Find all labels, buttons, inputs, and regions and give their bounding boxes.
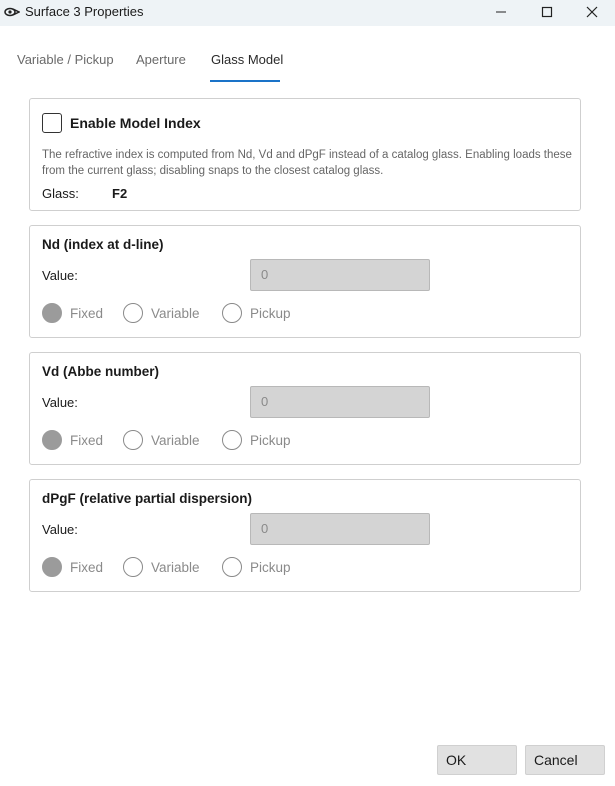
window-title: Surface 3 Properties — [25, 4, 144, 19]
nd-fixed-radio[interactable] — [42, 303, 62, 323]
nd-variable-label[interactable]: Variable — [151, 306, 200, 321]
nd-value-label: Value: — [42, 268, 78, 283]
dpgf-fixed-radio[interactable] — [42, 557, 62, 577]
tab-variable-pickup[interactable]: Variable / Pickup — [17, 52, 114, 67]
tab-bar: Variable / Pickup Aperture Glass Model — [0, 26, 615, 82]
dpgf-pickup-radio[interactable] — [222, 557, 242, 577]
minimize-button[interactable] — [478, 0, 524, 24]
close-icon — [586, 6, 598, 18]
nd-group: Nd (index at d-line) Value: 0 Fixed Vari… — [29, 225, 581, 338]
app-icon — [4, 5, 21, 19]
enable-model-index-label[interactable]: Enable Model Index — [70, 115, 201, 131]
tab-aperture[interactable]: Aperture — [136, 52, 186, 67]
dpgf-fixed-label[interactable]: Fixed — [70, 560, 103, 575]
vd-fixed-label[interactable]: Fixed — [70, 433, 103, 448]
nd-variable-radio[interactable] — [123, 303, 143, 323]
model-index-group: Enable Model Index The refractive index … — [29, 98, 581, 211]
maximize-button[interactable] — [524, 0, 570, 24]
vd-group: Vd (Abbe number) Value: 0 Fixed Variable… — [29, 352, 581, 465]
dpgf-variable-label[interactable]: Variable — [151, 560, 200, 575]
nd-fixed-label[interactable]: Fixed — [70, 306, 103, 321]
dpgf-pickup-label[interactable]: Pickup — [250, 560, 291, 575]
title-bar: Surface 3 Properties — [0, 0, 615, 26]
vd-variable-radio[interactable] — [123, 430, 143, 450]
maximize-icon — [541, 6, 553, 18]
dpgf-value-label: Value: — [42, 522, 78, 537]
cancel-button[interactable]: Cancel — [525, 745, 605, 775]
glass-label: Glass: — [42, 186, 79, 201]
model-index-description: The refractive index is computed from Nd… — [42, 149, 572, 177]
dpgf-value-input[interactable]: 0 — [250, 513, 430, 545]
dpgf-group-title: dPgF (relative partial dispersion) — [42, 491, 253, 506]
glass-value: F2 — [112, 186, 128, 201]
tab-glass-model[interactable]: Glass Model — [211, 52, 283, 67]
nd-group-title: Nd (index at d-line) — [42, 237, 164, 252]
minimize-icon — [496, 11, 506, 13]
vd-value-input[interactable]: 0 — [250, 386, 430, 418]
vd-pickup-radio[interactable] — [222, 430, 242, 450]
ok-button[interactable]: OK — [437, 745, 517, 775]
close-button[interactable] — [569, 0, 615, 24]
active-tab-indicator — [210, 80, 280, 82]
vd-value-label: Value: — [42, 395, 78, 410]
vd-variable-label[interactable]: Variable — [151, 433, 200, 448]
dpgf-variable-radio[interactable] — [123, 557, 143, 577]
nd-value-input[interactable]: 0 — [250, 259, 430, 291]
vd-group-title: Vd (Abbe number) — [42, 364, 159, 379]
enable-model-index-checkbox[interactable] — [42, 113, 62, 133]
dpgf-group: dPgF (relative partial dispersion) Value… — [29, 479, 581, 592]
vd-pickup-label[interactable]: Pickup — [250, 433, 291, 448]
vd-fixed-radio[interactable] — [42, 430, 62, 450]
nd-pickup-label[interactable]: Pickup — [250, 306, 291, 321]
nd-pickup-radio[interactable] — [222, 303, 242, 323]
